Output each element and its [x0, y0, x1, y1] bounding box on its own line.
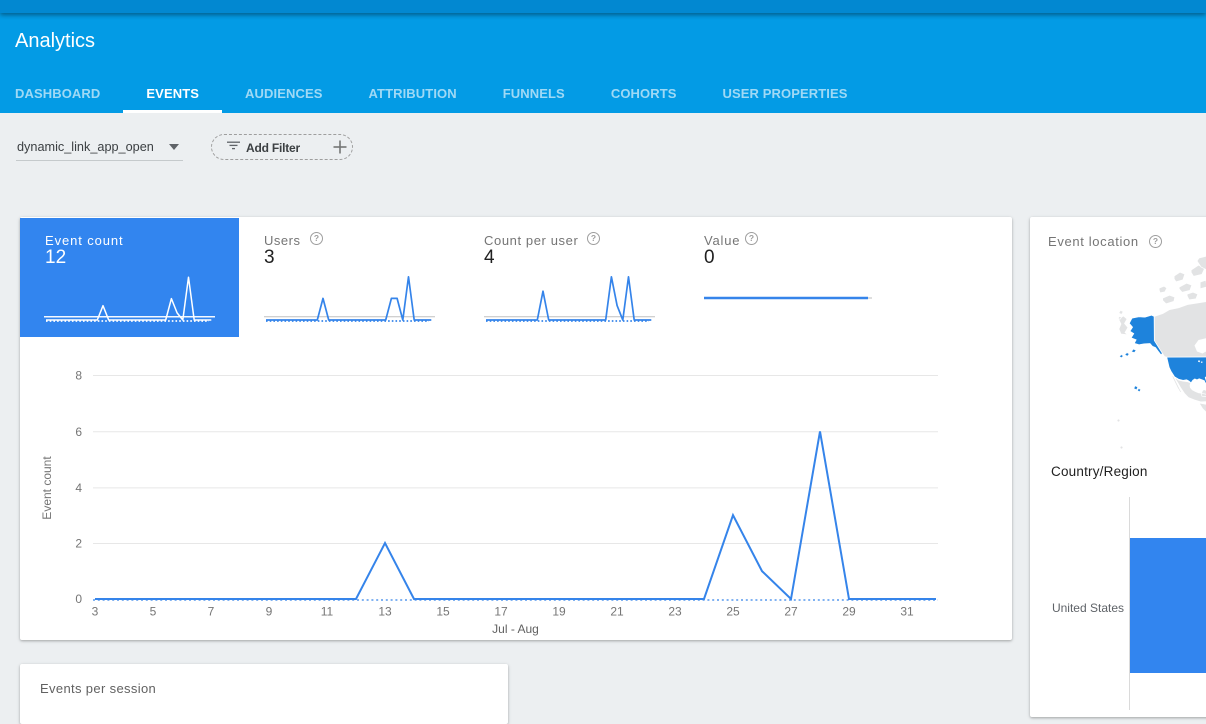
svg-text:21: 21 [610, 605, 624, 619]
svg-text:11: 11 [321, 605, 334, 619]
svg-text:Jul - Aug: Jul - Aug [492, 622, 539, 636]
svg-text:27: 27 [784, 605, 798, 619]
svg-text:25: 25 [726, 605, 740, 619]
svg-text:31: 31 [900, 605, 914, 619]
svg-text:6: 6 [75, 425, 82, 439]
svg-text:15: 15 [436, 605, 450, 619]
svg-text:5: 5 [150, 605, 157, 619]
svg-text:0: 0 [75, 592, 82, 606]
svg-text:19: 19 [552, 605, 566, 619]
svg-text:17: 17 [494, 605, 508, 619]
svg-text:2: 2 [75, 537, 82, 551]
svg-text:9: 9 [266, 605, 273, 619]
svg-text:3: 3 [92, 605, 99, 619]
svg-text:23: 23 [668, 605, 682, 619]
svg-text:29: 29 [842, 605, 856, 619]
svg-text:Event count: Event count [40, 456, 54, 520]
svg-text:7: 7 [208, 605, 215, 619]
svg-text:8: 8 [75, 369, 82, 383]
svg-text:13: 13 [378, 605, 392, 619]
svg-text:4: 4 [75, 481, 82, 495]
